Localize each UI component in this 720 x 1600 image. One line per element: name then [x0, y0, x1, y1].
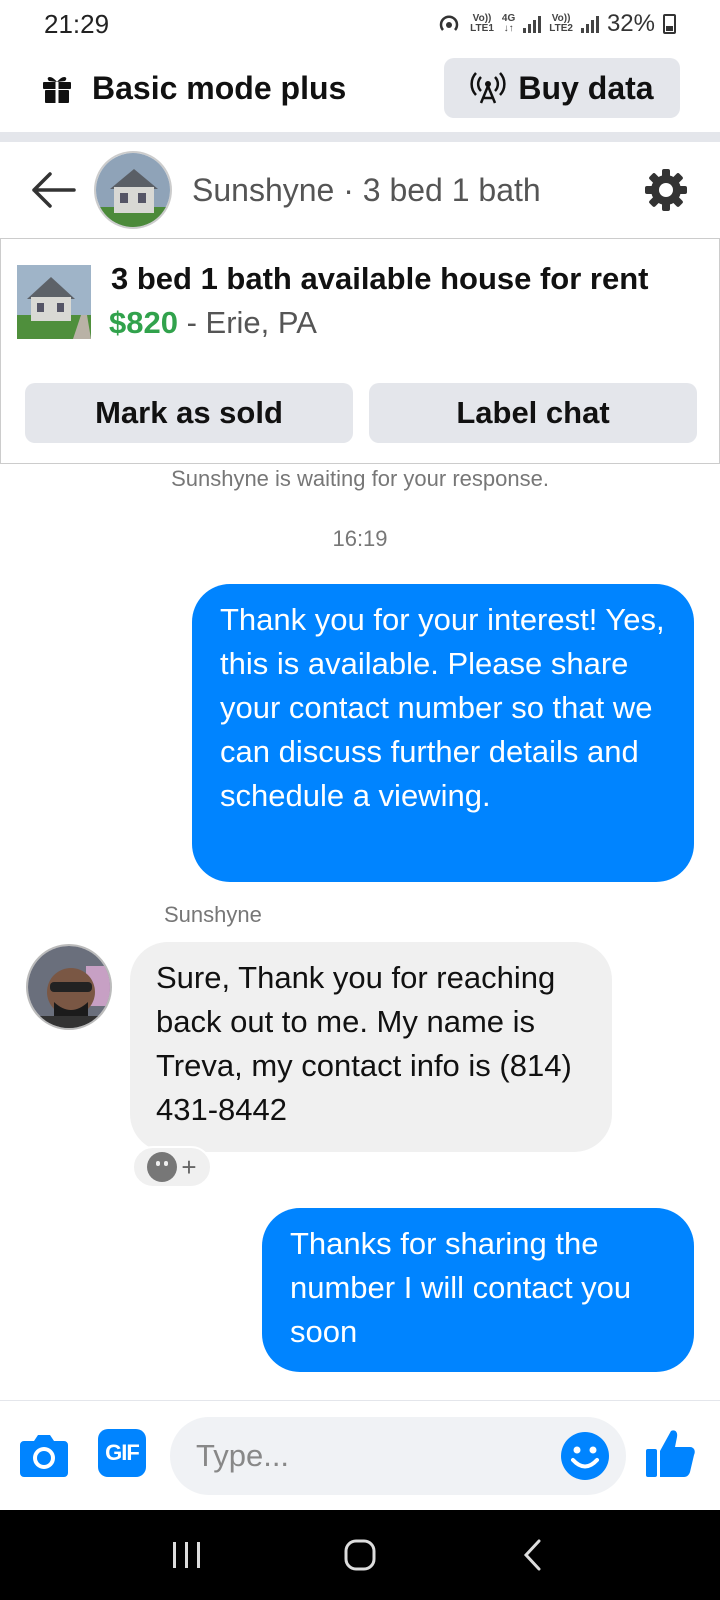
buy-data-label: Buy data [518, 69, 654, 106]
reaction-face-icon [147, 1152, 178, 1182]
battery-percent: 32% [606, 10, 655, 37]
like-button[interactable] [644, 1427, 696, 1479]
listing-location: - Erie, PA [177, 305, 317, 340]
home-button[interactable] [330, 1525, 390, 1585]
status-bar: 21:29 Vo)) LTE1 4G ↓↑ Vo)) LTE2 32% [0, 0, 720, 48]
chat-header: Sunshyne · 3 bed 1 bath [0, 142, 720, 238]
thumbs-up-icon [646, 1430, 695, 1477]
recent-apps-icon [172, 1542, 200, 1568]
listing-card[interactable]: 3 bed 1 bath available house for rent $8… [0, 238, 720, 464]
incoming-message[interactable]: Sure, Thank you for reaching back out to… [130, 942, 612, 1152]
chat-title[interactable]: Sunshyne · 3 bed 1 bath [192, 172, 541, 209]
battery-icon [663, 14, 676, 34]
sim1-indicator: Vo)) LTE1 [470, 13, 494, 34]
basic-mode-bar: Basic mode plus Buy data [0, 56, 720, 120]
sender-avatar[interactable] [26, 944, 112, 1030]
outgoing-message[interactable]: Thanks for sharing the number I will con… [262, 1208, 694, 1372]
waiting-notice: Sunshyne is waiting for your response. [171, 466, 549, 491]
gear-icon [645, 169, 687, 211]
system-nav-bar [0, 1510, 720, 1600]
emoji-button[interactable] [560, 1431, 610, 1481]
listing-thumbnail[interactable] [17, 265, 91, 339]
divider [0, 132, 720, 142]
label-chat-button[interactable]: Label chat [369, 383, 697, 443]
camera-button[interactable] [18, 1431, 70, 1479]
hotspot-icon [439, 15, 459, 31]
buy-data-button[interactable]: Buy data [444, 58, 680, 118]
antenna-icon [470, 72, 507, 104]
sender-name: Sunshyne [164, 902, 262, 927]
home-icon [344, 1539, 376, 1571]
mode-title: Basic mode plus [92, 69, 347, 106]
emoji-icon [561, 1432, 609, 1480]
settings-button[interactable] [640, 164, 692, 216]
mark-as-sold-button[interactable]: Mark as sold [25, 383, 353, 443]
back-chevron-icon [524, 1539, 541, 1571]
outgoing-message[interactable]: Thank you for your interest! Yes, this i… [192, 584, 694, 882]
message-timestamp: 16:19 [332, 526, 388, 551]
signal-icon [523, 15, 542, 33]
sim2-indicator: Vo)) LTE2 [549, 13, 573, 34]
status-time: 21:29 [44, 8, 110, 39]
network-type: 4G ↓↑ [501, 13, 516, 34]
message-input-box[interactable] [170, 1417, 626, 1495]
gif-button[interactable]: GIF [98, 1429, 146, 1477]
message-input[interactable] [196, 1417, 526, 1495]
add-reaction-button[interactable]: + [132, 1146, 212, 1188]
status-icons: Vo)) LTE1 4G ↓↑ Vo)) LTE2 32% [436, 10, 676, 38]
gift-icon [43, 76, 71, 103]
listing-avatar[interactable] [94, 151, 172, 229]
listing-title: 3 bed 1 bath available house for rent [111, 261, 649, 296]
back-nav-button[interactable] [503, 1525, 563, 1585]
camera-icon [20, 1435, 68, 1477]
message-composer: GIF [0, 1400, 720, 1510]
listing-price: $820 [109, 305, 178, 340]
listing-subtitle: $820 - Erie, PA [109, 305, 317, 341]
recent-apps-button[interactable] [157, 1525, 217, 1585]
signal-icon-2 [580, 15, 599, 33]
reaction-plus: + [181, 1151, 197, 1182]
back-arrow-icon [32, 172, 76, 208]
back-button[interactable] [28, 165, 78, 215]
